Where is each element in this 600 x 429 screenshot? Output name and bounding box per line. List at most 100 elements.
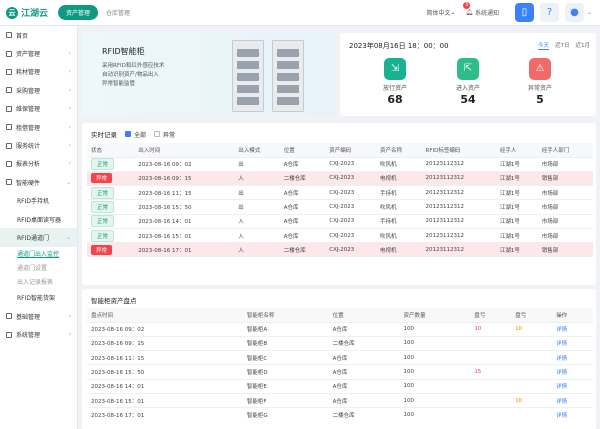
logo[interactable]: 云 江湖云	[6, 6, 58, 19]
column-header: 操作	[552, 308, 593, 322]
table-cell	[511, 335, 553, 351]
menu-icon	[6, 68, 12, 75]
nav-asset-management[interactable]: 资产管理	[58, 5, 99, 20]
chevron-icon: ›	[68, 105, 71, 113]
table-cell: 市场部	[537, 213, 593, 229]
sidebar-item[interactable]: 首页	[0, 26, 77, 44]
tab-7days[interactable]: 近7日	[555, 41, 570, 50]
sidebar-item-label: 通道门设置	[17, 265, 48, 273]
stat-value: 54	[460, 93, 476, 106]
table-row[interactable]: 正常 2023-08-16 15：50 出 A仓库 CXJ-2023 吹风机 2012311…	[87, 199, 593, 215]
filter-all-checkbox[interactable]: 全部	[125, 130, 146, 139]
sidebar-item[interactable]: 基础管理 ›	[0, 307, 77, 325]
sidebar-item[interactable]: 耗材管理 ›	[0, 63, 77, 81]
table-cell: 江湖1号	[495, 156, 538, 172]
table-row[interactable]: 正常 2023-08-16 14：01 入 A仓库 CXJ-2023 手持机 2012311…	[87, 213, 593, 229]
table-cell: 出	[234, 185, 280, 200]
sidebar-item[interactable]: 服务统计 ›	[0, 136, 77, 154]
sidebar-item[interactable]: 采购管理 ›	[0, 81, 77, 99]
sidebar-item[interactable]: RFID手持机	[0, 192, 77, 210]
status-badge: 正常	[91, 186, 115, 199]
table-cell	[470, 350, 512, 365]
mobile-icon[interactable]: ▯	[514, 3, 534, 22]
table-row[interactable]: 异常 2023-08-16 17：01 入二楼仓库 CXJ-2023 电视机 201231…	[87, 242, 593, 258]
sidebar-item[interactable]: 通道门设置	[0, 261, 77, 275]
sidebar-item[interactable]: 通道门出入监控	[0, 247, 77, 261]
sidebar-item[interactable]: 维保管理 ›	[0, 100, 77, 118]
language-select[interactable]: 简体中文 ⌄	[426, 8, 455, 17]
notification-count: 5	[463, 2, 471, 9]
table-cell: 智能柜A	[242, 321, 329, 337]
sidebar-item[interactable]: RFID智能货架	[0, 289, 77, 307]
menu-icon	[6, 142, 12, 149]
menu-icon	[6, 179, 12, 186]
user-avatar-icon[interactable]: ●	[564, 3, 584, 22]
table-cell: 江湖1号	[495, 213, 538, 229]
detail-link[interactable]: 详情	[552, 350, 593, 365]
tab-1month[interactable]: 近1月	[576, 41, 591, 50]
table-cell: 江湖1号	[495, 227, 538, 243]
chevron-icon: ›	[68, 68, 71, 76]
table-cell	[470, 407, 512, 423]
bell-icon: 🔔︎ 5	[463, 2, 474, 16]
table-cell: 市场部	[537, 185, 593, 200]
table-cell: CXJ-2023	[325, 242, 377, 258]
table-cell: 10	[511, 321, 553, 337]
stat-card[interactable]: ⇱ 进入资产 54	[438, 58, 498, 106]
stat-card[interactable]: ⚠ 异常资产 5	[510, 58, 570, 106]
stat-icon: ⚠	[529, 58, 551, 80]
table-cell: 20123112312	[421, 213, 496, 229]
table-cell: 20123112312	[421, 199, 496, 215]
stat-value: 5	[536, 93, 544, 106]
sidebar-item[interactable]: 租借管理 ›	[0, 118, 77, 136]
table-cell: 二楼仓库	[279, 242, 326, 258]
sidebar-item[interactable]: 出入记录报表	[0, 275, 77, 289]
chevron-icon: ›	[68, 142, 71, 150]
chevron-icon: ›	[68, 331, 71, 339]
menu-icon	[6, 50, 12, 57]
cabinet-image	[232, 40, 264, 112]
column-header: 资产名称	[376, 143, 422, 157]
status-badge: 正常	[91, 229, 115, 242]
checkbox-icon	[154, 131, 161, 137]
table-cell	[470, 335, 512, 351]
table-row[interactable]: 异常 2023-08-16 09：15 入二楼仓库 CXJ-2023 电视机 201231…	[87, 170, 593, 186]
sidebar-item[interactable]: RFID通道门 ⌄	[0, 228, 77, 247]
chevron-icon: ⌄	[65, 178, 71, 186]
help-icon[interactable]: ?	[539, 3, 559, 22]
sidebar-item-label: 耗材管理	[16, 69, 41, 77]
column-header: 盘亏	[470, 308, 512, 322]
table-row[interactable]: 正常 2023-08-16 15：01 入 A仓库 CXJ-2023 吹风机 2012311…	[87, 227, 593, 243]
sidebar-item[interactable]: 报表分析 ›	[0, 155, 77, 173]
sidebar-item[interactable]: RFID桌面读写器	[0, 210, 77, 228]
chevron-down-icon[interactable]: ⌄	[587, 9, 592, 16]
filter-abnormal-checkbox[interactable]: 异常	[154, 130, 175, 139]
detail-link[interactable]: 详情	[552, 321, 593, 337]
table-row[interactable]: 正常 2023-08-16 11：15 出 A仓库 CXJ-2023 手持机 2012311…	[87, 185, 593, 200]
table-row[interactable]: 正常 2023-08-16 09：02 出 A仓库 CXJ-2023 吹风机 2012311…	[87, 156, 593, 172]
sidebar-item[interactable]: 系统管理 ›	[0, 325, 77, 343]
table-cell: 销售部	[537, 242, 593, 258]
table-cell: 20123112312	[421, 156, 496, 172]
detail-link[interactable]: 详情	[552, 407, 593, 423]
detail-link[interactable]: 详情	[552, 335, 593, 351]
table-cell	[470, 392, 512, 408]
sidebar-item[interactable]: 资产管理 ›	[0, 44, 77, 62]
sidebar-item-label: 租借管理	[16, 124, 41, 132]
tab-today[interactable]: 今天	[537, 41, 549, 50]
nav-warehouse-management[interactable]: 仓库管理	[106, 8, 130, 17]
status-badge: 正常	[91, 158, 115, 171]
language-label: 简体中文	[426, 10, 451, 17]
detail-link[interactable]: 详情	[552, 378, 593, 394]
stat-card[interactable]: ⇲ 放行资产 68	[365, 58, 425, 106]
detail-link[interactable]: 详情	[552, 392, 593, 408]
table-cell: A仓库	[279, 199, 326, 215]
menu-icon	[6, 313, 12, 320]
table-cell: 100	[399, 350, 471, 365]
table-cell: 2023-08-16 11：15	[87, 350, 243, 365]
sidebar-item[interactable]: 智能硬件 ⌄	[0, 173, 77, 191]
notification-button[interactable]: 🔔︎ 5 系统通知	[463, 2, 499, 17]
detail-link[interactable]: 详情	[552, 364, 593, 380]
table-cell: 智能柜F	[242, 392, 329, 408]
filter-all-label: 全部	[134, 131, 147, 139]
